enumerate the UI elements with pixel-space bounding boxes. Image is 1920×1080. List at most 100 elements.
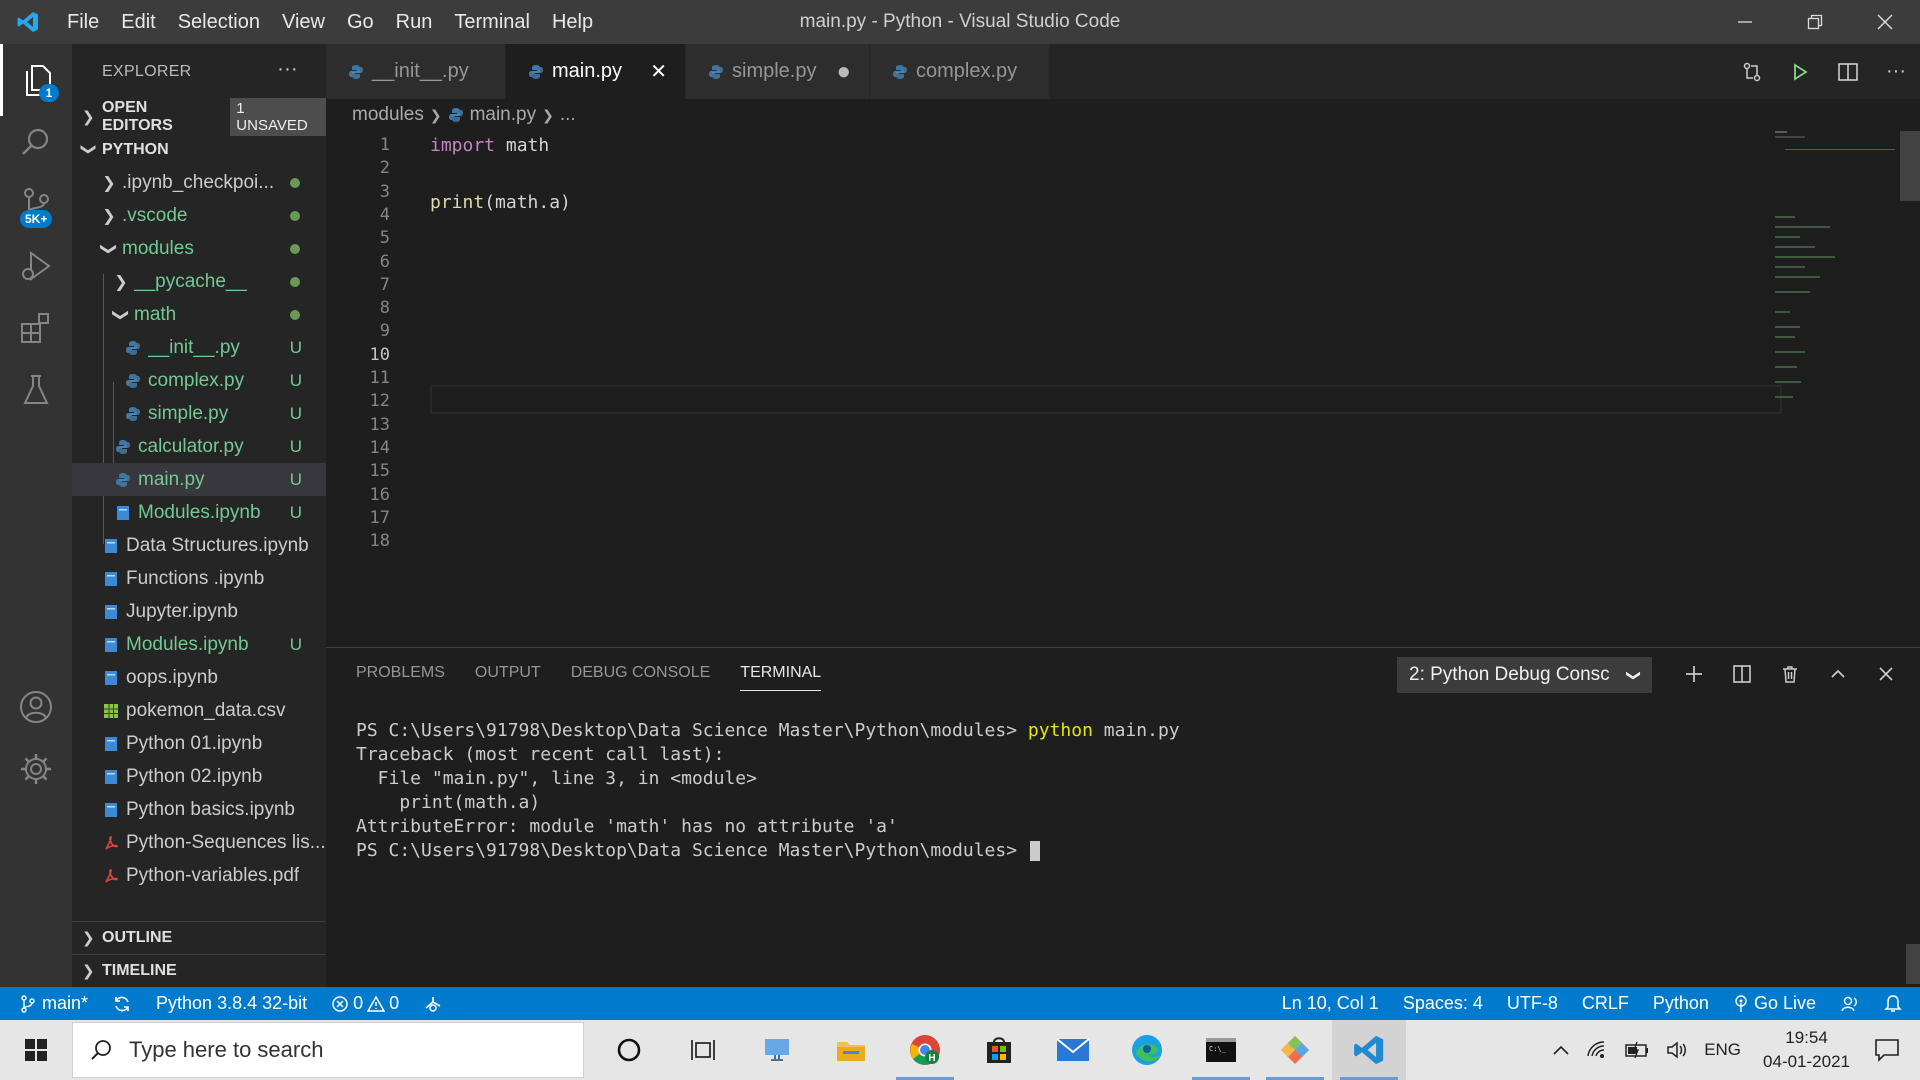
- volume-icon[interactable]: [1658, 1040, 1696, 1060]
- compare-changes-icon[interactable]: [1728, 61, 1776, 83]
- menu-help[interactable]: Help: [541, 0, 604, 44]
- taskbar-app-vscode[interactable]: [1332, 1020, 1406, 1080]
- tab-complex-py[interactable]: complex.py: [869, 44, 1050, 99]
- notification-center-icon[interactable]: [1864, 1038, 1920, 1062]
- python-interpreter[interactable]: Python 3.8.4 32-bit: [144, 993, 319, 1014]
- tree-item-jupyter[interactable]: Jupyter.ipynb: [72, 595, 326, 628]
- input-language[interactable]: ENG: [1696, 1040, 1749, 1060]
- cursor-position[interactable]: Ln 10, Col 1: [1270, 993, 1391, 1014]
- task-view-button[interactable]: [666, 1020, 740, 1080]
- more-actions-icon[interactable]: ···: [1872, 60, 1920, 83]
- end-of-line[interactable]: CRLF: [1570, 993, 1641, 1014]
- language-mode[interactable]: Python: [1641, 993, 1721, 1014]
- tab-main-py[interactable]: main.py ✕: [506, 44, 686, 99]
- tree-item-python-variables-pdf[interactable]: Python-variables.pdf: [72, 859, 326, 892]
- menu-run[interactable]: Run: [385, 0, 444, 44]
- outline-section[interactable]: ❯ OUTLINE: [72, 921, 326, 954]
- tree-item-python-basics[interactable]: Python basics.ipynb: [72, 793, 326, 826]
- menu-selection[interactable]: Selection: [167, 0, 271, 44]
- cortana-button[interactable]: [592, 1020, 666, 1080]
- taskbar-app-edge[interactable]: [1110, 1020, 1184, 1080]
- taskbar-app-store[interactable]: [962, 1020, 1036, 1080]
- tree-item-pycache[interactable]: ❯ __pycache__: [72, 265, 326, 298]
- taskbar-app-file-explorer[interactable]: [814, 1020, 888, 1080]
- unsaved-dot-icon[interactable]: ●: [816, 58, 851, 86]
- minimap[interactable]: [1775, 131, 1920, 646]
- tree-item-functions[interactable]: Functions .ipynb: [72, 562, 326, 595]
- tree-item-oops[interactable]: oops.ipynb: [72, 661, 326, 694]
- testing-activity-button[interactable]: [0, 354, 72, 426]
- scrollbar-thumb[interactable]: [1900, 131, 1920, 201]
- menu-terminal[interactable]: Terminal: [443, 0, 541, 44]
- breadcrumb-folder[interactable]: modules: [352, 104, 424, 126]
- terminal-scrollbar[interactable]: [1906, 944, 1920, 984]
- split-terminal-icon[interactable]: [1718, 656, 1766, 692]
- editor-scrollbar[interactable]: [1900, 131, 1920, 646]
- taskbar-app-terminal[interactable]: C:\_: [1184, 1020, 1258, 1080]
- minimize-button[interactable]: [1710, 0, 1780, 44]
- tree-item-python-sequences[interactable]: Python-Sequences lis...: [72, 826, 326, 859]
- menu-view[interactable]: View: [271, 0, 336, 44]
- maximize-panel-icon[interactable]: [1814, 656, 1862, 692]
- code-editor[interactable]: 1 2 3 4 5 6 7 8 9 10 11 12 13 14 15 16 17 18 import math …: [326, 131, 1920, 646]
- taskbar-app-git[interactable]: [1258, 1020, 1332, 1080]
- menu-edit[interactable]: Edit: [110, 0, 166, 44]
- battery-icon[interactable]: [1616, 1041, 1658, 1059]
- python-folder-section[interactable]: ❯ PYTHON: [72, 133, 326, 166]
- tree-item-modules-ipynb[interactable]: Modules.ipynb U: [72, 628, 326, 661]
- windows-start-button[interactable]: [0, 1020, 72, 1080]
- tree-item-modules-ipynb-nested[interactable]: Modules.ipynb U: [72, 496, 326, 529]
- tree-item-data-structures[interactable]: Data Structures.ipynb: [72, 529, 326, 562]
- tree-item-simple-py[interactable]: simple.py U: [72, 397, 326, 430]
- menu-file[interactable]: File: [56, 0, 110, 44]
- live-share-icon[interactable]: [411, 994, 455, 1014]
- go-live-button[interactable]: Go Live: [1721, 993, 1828, 1014]
- taskbar-app-pc[interactable]: [740, 1020, 814, 1080]
- restore-button[interactable]: [1780, 0, 1850, 44]
- notifications-icon[interactable]: [1872, 994, 1920, 1014]
- tree-item-python02[interactable]: Python 02.ipynb: [72, 760, 326, 793]
- menu-go[interactable]: Go: [336, 0, 385, 44]
- run-python-file-icon[interactable]: [1776, 62, 1824, 82]
- timeline-section[interactable]: ❯ TIMELINE: [72, 954, 326, 987]
- taskbar-app-chrome[interactable]: H: [888, 1020, 962, 1080]
- taskbar-search-box[interactable]: Type here to search: [72, 1022, 584, 1078]
- show-hidden-icons-button[interactable]: [1544, 1044, 1578, 1056]
- tree-item-init-py[interactable]: __init__.py U: [72, 331, 326, 364]
- more-actions-icon[interactable]: ···: [277, 58, 298, 81]
- tab-debug-console[interactable]: DEBUG CONSOLE: [571, 664, 711, 691]
- tab-output[interactable]: OUTPUT: [475, 664, 541, 691]
- feedback-icon[interactable]: [1828, 994, 1872, 1014]
- close-panel-icon[interactable]: [1862, 656, 1910, 692]
- open-editors-section[interactable]: ❯ OPEN EDITORS 1 UNSAVED: [72, 97, 326, 136]
- tree-item-ipynb-checkpoints[interactable]: ❯ .ipynb_checkpoi...: [72, 166, 326, 199]
- taskbar-app-mail[interactable]: [1036, 1020, 1110, 1080]
- tab-terminal[interactable]: TERMINAL: [740, 664, 822, 691]
- encoding[interactable]: UTF-8: [1495, 993, 1570, 1014]
- wifi-icon[interactable]: [1578, 1040, 1616, 1060]
- manage-activity-button[interactable]: [0, 733, 72, 805]
- tree-item-vscode[interactable]: ❯ .vscode: [72, 199, 326, 232]
- tree-item-complex-py[interactable]: complex.py U: [72, 364, 326, 397]
- breadcrumb-file[interactable]: main.py: [470, 104, 537, 126]
- tab-problems[interactable]: PROBLEMS: [356, 664, 445, 691]
- tree-item-modules[interactable]: ❯ modules: [72, 232, 326, 265]
- close-window-button[interactable]: [1850, 0, 1920, 44]
- indentation[interactable]: Spaces: 4: [1391, 993, 1495, 1014]
- terminal-selector[interactable]: 2: Python Debug Consc ❯: [1397, 657, 1652, 693]
- breadcrumb-symbols[interactable]: ...: [560, 104, 576, 126]
- tab-init-py[interactable]: __init__.py: [326, 44, 506, 99]
- sync-icon[interactable]: [100, 994, 144, 1014]
- split-editor-icon[interactable]: [1824, 61, 1872, 83]
- close-tab-icon[interactable]: ✕: [630, 59, 667, 84]
- tree-item-main-py[interactable]: main.py U: [72, 463, 326, 496]
- branch-status[interactable]: main*: [0, 993, 100, 1014]
- tree-item-python01[interactable]: Python 01.ipynb: [72, 727, 326, 760]
- tree-item-pokemon-csv[interactable]: pokemon_data.csv: [72, 694, 326, 727]
- problems-status[interactable]: 0 0: [319, 993, 411, 1014]
- new-terminal-icon[interactable]: [1670, 656, 1718, 692]
- tree-item-math[interactable]: ❯ math: [72, 298, 326, 331]
- tab-simple-py[interactable]: simple.py ●: [686, 44, 870, 99]
- trash-icon[interactable]: [1766, 656, 1814, 692]
- clock[interactable]: 19:54 04-01-2021: [1749, 1026, 1864, 1074]
